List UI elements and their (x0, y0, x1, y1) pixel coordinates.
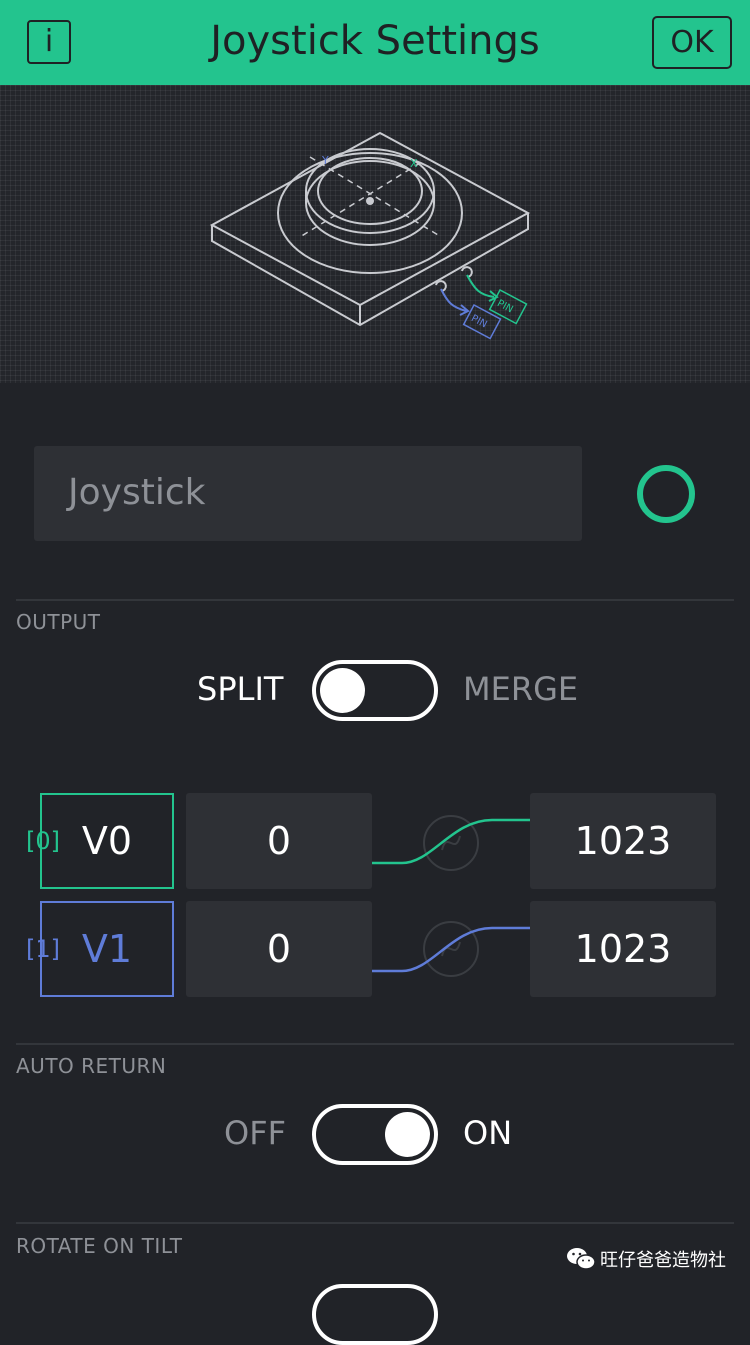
pin-label-green: PIN (495, 298, 515, 315)
split-label: SPLIT (197, 670, 284, 708)
min-value-input-0[interactable]: 0 (186, 793, 372, 889)
widget-name-input[interactable]: Joystick (34, 446, 582, 541)
pin-select-v1[interactable]: V1 (40, 901, 174, 997)
toggle-knob (320, 668, 365, 713)
auto-return-toggle[interactable] (312, 1104, 438, 1165)
rotate-on-tilt-section-label: ROTATE ON TILT (16, 1234, 183, 1258)
axis-x-label: X (410, 157, 418, 170)
axis-y-label: Y (321, 154, 329, 167)
ok-button[interactable]: OK (652, 16, 732, 69)
auto-return-section-label: AUTO RETURN (16, 1054, 167, 1078)
divider (16, 1222, 734, 1224)
divider (16, 1043, 734, 1045)
watermark: 旺仔爸爸造物社 (566, 1244, 726, 1274)
toggle-knob (385, 1112, 430, 1157)
header-bar: i Joystick Settings OK (0, 0, 750, 85)
page-title: Joystick Settings (210, 18, 540, 64)
max-value-input-0[interactable]: 1023 (530, 793, 716, 889)
max-value-input-1[interactable]: 1023 (530, 901, 716, 997)
widget-name-value: Joystick (68, 472, 206, 513)
mapping-curve-icon (372, 921, 530, 977)
joystick-illustration: Y X PIN PIN (0, 85, 750, 383)
rotate-on-tilt-toggle[interactable] (312, 1284, 438, 1345)
pin-select-v0[interactable]: V0 (40, 793, 174, 889)
output-mode-toggle[interactable] (312, 660, 438, 721)
merge-label: MERGE (463, 670, 579, 708)
joystick-diagram-icon: Y X PIN PIN (209, 131, 531, 340)
on-label: ON (463, 1114, 513, 1152)
color-picker-button[interactable] (637, 465, 695, 523)
off-label: OFF (224, 1114, 286, 1152)
pin-label-blue: PIN (469, 313, 489, 330)
wechat-icon (567, 1248, 596, 1270)
min-value-input-1[interactable]: 0 (186, 901, 372, 997)
divider (16, 599, 734, 601)
watermark-text: 旺仔爸爸造物社 (600, 1250, 726, 1271)
mapping-curve-icon (372, 815, 530, 871)
output-section-label: OUTPUT (16, 610, 101, 634)
